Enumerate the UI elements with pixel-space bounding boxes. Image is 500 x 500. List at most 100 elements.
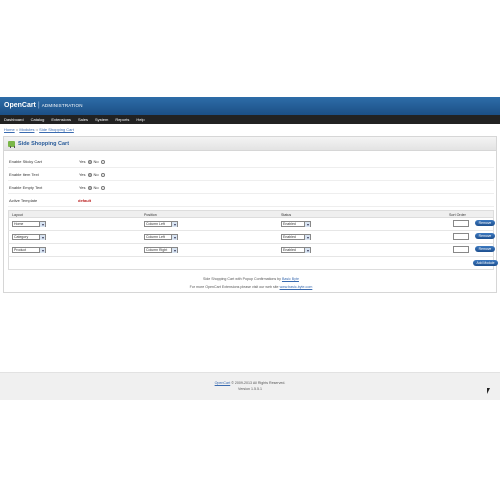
sort-order-input[interactable] (453, 233, 469, 240)
footer-link[interactable]: OpenCart (215, 381, 231, 385)
select-value: Product (14, 248, 27, 252)
column-header-status: Status (281, 213, 292, 217)
status-select[interactable]: Enabled (281, 247, 311, 253)
mouse-cursor-icon (487, 388, 490, 394)
setting-item-text: Enable Item Text Yes No (8, 168, 494, 181)
settings-form: Enable Sticky Cart Yes No Enable Item Te… (8, 155, 494, 207)
select-value: Category (14, 235, 29, 239)
breadcrumb-modules[interactable]: Modules (19, 127, 34, 132)
setting-label: Active Template (9, 198, 38, 203)
select-value: Column Left (146, 235, 165, 239)
template-value: default (78, 198, 92, 203)
select-value: Enabled (283, 222, 296, 226)
radio-yes-label: Yes (79, 172, 86, 177)
column-header-position: Position (144, 213, 157, 217)
radio-yes[interactable] (87, 159, 92, 164)
copyright-text: © 2009-2013 All Rights Reserved. (230, 381, 286, 385)
chevron-down-icon (304, 248, 310, 253)
radio-group: Yes No (78, 185, 106, 190)
layout-select[interactable]: Product (12, 247, 46, 253)
column-header-layout: Layout (12, 213, 23, 217)
layout-select[interactable]: Category (12, 234, 46, 240)
brand: OpenCart | ADMINISTRATION (4, 99, 83, 113)
table-row: Home Column Left Enabled Remove (8, 218, 495, 231)
module-table: Layout Position Status Sort Order Home C… (8, 210, 498, 270)
footer-copyright: OpenCart © 2009-2013 All Rights Reserved… (0, 381, 500, 385)
radio-no-label: No (93, 159, 99, 164)
module-box: Side Shopping Cart Enable Sticky Cart Ye… (3, 136, 498, 293)
header-bar: OpenCart | ADMINISTRATION (0, 97, 500, 115)
chevron-down-icon (171, 235, 177, 240)
chevron-down-icon (171, 248, 177, 253)
box-heading: Side Shopping Cart (4, 137, 496, 151)
chevron-down-icon (304, 222, 310, 227)
website-link[interactable]: www.basic-byte.com (280, 285, 313, 289)
radio-yes[interactable] (87, 185, 92, 190)
menu-bar: Dashboard Catalog Extensions Sales Syste… (0, 115, 500, 124)
menu-item-sales[interactable]: Sales (78, 117, 88, 122)
select-value: Enabled (283, 235, 296, 239)
position-select[interactable]: Column Right (144, 247, 178, 253)
shopping-cart-icon (8, 140, 15, 148)
status-select[interactable]: Enabled (281, 221, 311, 227)
menu-item-reports[interactable]: Reports (115, 117, 129, 122)
select-value: Home (14, 222, 24, 226)
radio-yes[interactable] (87, 172, 92, 177)
credit-link[interactable]: Basic Byte (282, 277, 299, 281)
website-line: For more OpenCart Extensions please visi… (4, 285, 498, 289)
radio-yes-label: Yes (79, 185, 86, 190)
chevron-down-icon (304, 235, 310, 240)
menu-item-dashboard[interactable]: Dashboard (4, 117, 24, 122)
page: OpenCart | ADMINISTRATION Dashboard Catalo… (0, 0, 500, 500)
radio-no[interactable] (100, 185, 105, 190)
menu-item-help[interactable]: Help (136, 117, 144, 122)
main-menu: Dashboard Catalog Extensions Sales Syste… (4, 115, 152, 124)
setting-label: Enable Sticky Cart (9, 159, 42, 164)
brand-subtitle: ADMINISTRATION (41, 103, 83, 108)
table-header: Layout Position Status Sort Order (8, 210, 494, 218)
chevron-down-icon (39, 235, 45, 240)
chevron-down-icon (171, 222, 177, 227)
breadcrumb-home[interactable]: Home (4, 127, 15, 132)
column-header-sort-order: Sort Order (449, 213, 466, 217)
select-value: Enabled (283, 248, 296, 252)
remove-button[interactable]: Remove (475, 220, 495, 226)
table-row: Product Column Right Enabled Remove (8, 244, 495, 257)
menu-item-extensions[interactable]: Extensions (51, 117, 71, 122)
layout-select[interactable]: Home (12, 221, 46, 227)
breadcrumb-current[interactable]: Side Shopping Cart (39, 127, 74, 132)
remove-button[interactable]: Remove (475, 246, 495, 252)
radio-group: Yes No (78, 159, 106, 164)
position-select[interactable]: Column Left (144, 234, 178, 240)
footer: OpenCart © 2009-2013 All Rights Reserved… (0, 372, 500, 400)
status-select[interactable]: Enabled (281, 234, 311, 240)
radio-yes-label: Yes (79, 159, 86, 164)
menu-item-system[interactable]: System (95, 117, 108, 122)
chevron-down-icon (39, 248, 45, 253)
position-select[interactable]: Column Left (144, 221, 178, 227)
radio-group: Yes No (78, 172, 106, 177)
setting-label: Enable Item Text (9, 172, 39, 177)
setting-active-template: Active Template default (8, 194, 494, 207)
table-row: Category Column Left Enabled Remove (8, 231, 495, 244)
add-module-button[interactable]: Add Module (473, 260, 498, 266)
radio-no[interactable] (100, 172, 105, 177)
credit-text: Side Shopping Cart with Popup Confirmati… (203, 277, 282, 281)
brand-separator: | (37, 102, 40, 109)
credit-line: Side Shopping Cart with Popup Confirmati… (4, 277, 498, 281)
brand-name: OpenCart (4, 102, 36, 109)
select-value: Column Left (146, 222, 165, 226)
sort-order-input[interactable] (453, 220, 469, 227)
page-title: Side Shopping Cart (18, 140, 70, 147)
table-footer-row: Add Module (8, 257, 498, 270)
breadcrumb-divider: :: (35, 127, 39, 132)
remove-button[interactable]: Remove (475, 233, 495, 239)
website-text: For more OpenCart Extensions please visi… (189, 285, 280, 289)
setting-sticky-cart: Enable Sticky Cart Yes No (8, 155, 494, 168)
breadcrumb: Home::Modules::Side Shopping Cart (4, 127, 74, 132)
radio-no[interactable] (100, 159, 105, 164)
setting-empty-text: Enable Empty Text Yes No (8, 181, 494, 194)
sort-order-input[interactable] (453, 246, 469, 253)
menu-item-catalog[interactable]: Catalog (31, 117, 45, 122)
breadcrumb-divider: :: (15, 127, 19, 132)
